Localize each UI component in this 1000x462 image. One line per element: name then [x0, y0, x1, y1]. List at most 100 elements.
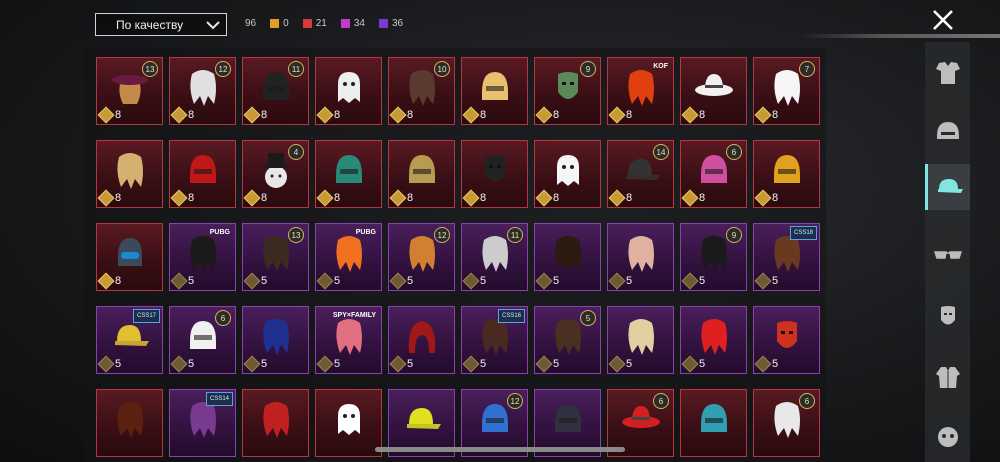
coin-icon [316, 272, 334, 290]
item-card[interactable]: CSS18 5 [753, 223, 820, 291]
level-badge: 14 [653, 144, 669, 160]
item-card[interactable]: 8 [96, 140, 163, 208]
price-row: 8 [316, 189, 340, 207]
item-card[interactable]: 95 [680, 223, 747, 291]
item-price: 5 [334, 358, 341, 370]
level-badge: 6 [726, 144, 742, 160]
level-badge: 12 [434, 227, 450, 243]
collab-tag: PUBG [355, 229, 376, 236]
item-card[interactable]: 8 [96, 223, 163, 291]
item-card[interactable]: 5 [534, 223, 601, 291]
item-card[interactable]: 8 [315, 140, 382, 208]
price-row: 5 [243, 272, 267, 290]
legendary-count: 0 [270, 18, 289, 29]
item-card[interactable]: CSS14 [169, 389, 236, 457]
level-badge: 10 [434, 61, 450, 77]
category-jacket[interactable] [925, 354, 970, 400]
collab-tag: PUBG [209, 229, 230, 236]
coin-icon [608, 355, 626, 373]
item-card[interactable]: 14 8 [607, 140, 674, 208]
item-card[interactable]: 12 5 [388, 223, 455, 291]
item-price: 8 [334, 109, 341, 121]
price-row: 5 [389, 355, 413, 373]
item-card[interactable]: 5 [607, 223, 674, 291]
price-row: 8 [97, 189, 122, 207]
item-card[interactable]: 5 [753, 306, 820, 374]
item-card[interactable]: 55 [534, 306, 601, 374]
item-card[interactable]: 8 [388, 140, 455, 208]
coin-icon [97, 189, 115, 207]
item-card[interactable]: 8 [461, 57, 528, 125]
price-row: 8 [681, 106, 705, 124]
item-card[interactable]: 5 [388, 306, 455, 374]
coin-icon [681, 272, 699, 290]
item-card[interactable]: 13 5 [242, 223, 309, 291]
price-row: 8 [389, 106, 413, 124]
coin-icon [316, 106, 334, 124]
item-card[interactable]: 8 [461, 140, 528, 208]
item-card[interactable]: 78 [753, 57, 820, 125]
item-price: 5 [553, 275, 560, 287]
item-card[interactable]: KOF 8 [607, 57, 674, 125]
item-card[interactable]: 98 [534, 57, 601, 125]
price-row: 5 [535, 355, 559, 373]
item-card[interactable]: PUBG 5 [315, 223, 382, 291]
coin-icon [462, 272, 480, 290]
item-card[interactable] [96, 389, 163, 457]
item-card[interactable] [680, 389, 747, 457]
item-card[interactable]: 11 5 [461, 223, 528, 291]
price-row: 8 [316, 106, 341, 124]
item-card[interactable]: 6 [753, 389, 820, 457]
item-card[interactable]: 10 8 [388, 57, 455, 125]
close-icon[interactable] [930, 7, 956, 33]
hair-icon [547, 232, 589, 274]
category-face[interactable] [925, 414, 970, 460]
item-price: 5 [699, 358, 706, 370]
item-card[interactable]: 5 [680, 306, 747, 374]
category-helmet[interactable] [925, 108, 970, 154]
item-card[interactable]: PUBG 5 [169, 223, 236, 291]
item-card[interactable]: 8 [680, 57, 747, 125]
item-card[interactable] [315, 389, 382, 457]
item-card[interactable]: 68 [680, 140, 747, 208]
category-outfit[interactable] [925, 50, 970, 96]
item-card[interactable]: 8 [315, 57, 382, 125]
item-card[interactable]: CSS16 5 [461, 306, 528, 374]
category-mask[interactable] [925, 294, 970, 340]
coin-icon [462, 189, 480, 207]
item-price: 8 [261, 109, 268, 121]
item-card[interactable]: CSS17 5 [96, 306, 163, 374]
category-glasses[interactable] [925, 232, 970, 278]
price-row: 8 [535, 106, 559, 124]
item-price: 8 [553, 192, 560, 204]
level-badge: 9 [580, 61, 596, 77]
item-card[interactable]: 8 [534, 140, 601, 208]
item-card[interactable]: 65 [169, 306, 236, 374]
item-card[interactable]: 11 8 [242, 57, 309, 125]
horizontal-scrollbar[interactable] [375, 447, 625, 452]
level-badge: 12 [215, 61, 231, 77]
item-price: 5 [772, 275, 779, 287]
item-price: 5 [407, 275, 414, 287]
item-card[interactable]: SPY×FAMILY 5 [315, 306, 382, 374]
item-card[interactable]: 5 [242, 306, 309, 374]
item-card[interactable] [242, 389, 309, 457]
sort-dropdown[interactable]: По качеству [95, 13, 227, 36]
item-card[interactable]: 8 [753, 140, 820, 208]
item-card[interactable]: 5 [607, 306, 674, 374]
helmet-icon [766, 149, 808, 191]
item-price: 8 [115, 192, 122, 204]
item-card[interactable]: 48 [242, 140, 309, 208]
outfit-icon [935, 62, 960, 84]
price-row: 5 [243, 355, 267, 373]
coin-icon [170, 106, 188, 124]
category-sidebar [925, 42, 970, 462]
price-row: 8 [170, 189, 194, 207]
glasses-icon [933, 251, 962, 259]
category-hat[interactable] [925, 164, 970, 210]
item-card[interactable]: 12 8 [169, 57, 236, 125]
item-card[interactable]: 8 [169, 140, 236, 208]
item-price: 5 [480, 358, 487, 370]
item-card[interactable]: 13 8 [96, 57, 163, 125]
coin-icon [535, 272, 553, 290]
